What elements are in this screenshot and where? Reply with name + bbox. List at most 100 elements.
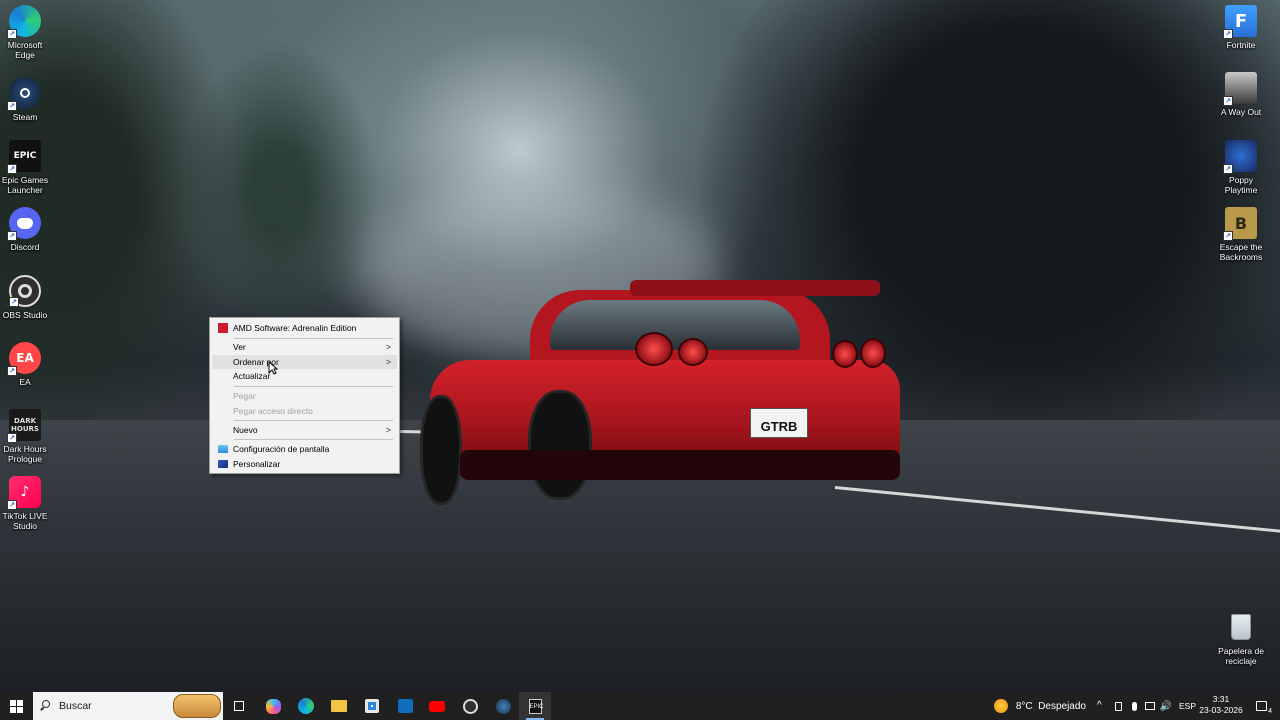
desktop-icon-label: Dark Hours Prologue	[3, 444, 47, 464]
desktop-icon-escape-the-backrooms[interactable]: B ↗ Escape the Backrooms	[1215, 207, 1267, 262]
notification-icon	[1255, 701, 1267, 711]
desktop-icon-steam[interactable]: ↗ Steam	[0, 77, 51, 122]
weather-text: 8°C Despejado	[1015, 700, 1086, 712]
desktop-icon-label: Microsoft Edge	[7, 40, 43, 60]
wallpaper-trees-center	[180, 40, 380, 340]
notification-badge: 4	[1268, 708, 1272, 715]
search-highlight-image	[173, 694, 221, 718]
tray-camera-icon[interactable]	[1111, 692, 1125, 720]
tray-overflow-chevron-up-icon[interactable]: ^	[1097, 692, 1102, 720]
desktop-icon-ea[interactable]: EA ↗ EA	[0, 342, 51, 387]
menu-item-amd-software[interactable]: AMD Software: Adrenalin Edition	[212, 321, 397, 335]
epic-games-icon: EPIC ↗	[7, 140, 41, 174]
menu-separator	[234, 439, 393, 440]
ea-icon: EA ↗	[7, 342, 41, 376]
taskbar-steam[interactable]	[487, 692, 519, 720]
desktop-icon-label: Epic Games Launcher	[1, 175, 49, 195]
start-button[interactable]	[0, 692, 32, 720]
menu-item-pegar[interactable]: Pegar	[212, 389, 397, 403]
desktop-icon-recycle-bin[interactable]: Papelera de reciclaje	[1215, 611, 1267, 666]
task-view-button[interactable]	[223, 692, 255, 720]
taskbar-store[interactable]	[356, 692, 388, 720]
youtube-icon	[429, 700, 445, 712]
shortcut-arrow-icon: ↗	[7, 366, 17, 376]
tray-language[interactable]: ESP	[1179, 692, 1196, 720]
desktop-icon-label: Papelera de reciclaje	[1218, 646, 1264, 666]
taskbar-file-explorer[interactable]	[323, 692, 355, 720]
taskbar-youtube[interactable]	[421, 692, 453, 720]
clock-date: 23-03-2026	[1199, 705, 1243, 715]
desktop-icon-label: EA	[19, 377, 31, 387]
desktop-icon-a-way-out[interactable]: ↗ A Way Out	[1215, 72, 1267, 117]
desktop-icon-label: Steam	[12, 112, 38, 122]
taskbar-copilot[interactable]	[257, 692, 289, 720]
shortcut-arrow-icon: ↗	[9, 297, 19, 307]
menu-item-label: Configuración de pantalla	[233, 444, 330, 454]
tray-volume-icon[interactable]: 🔊	[1159, 692, 1173, 720]
chevron-right-icon: >	[385, 425, 391, 435]
taskbar: Buscar EPIC 8°C Despejado ^ 🔊 ESP 3:31 2…	[0, 692, 1280, 720]
shortcut-arrow-icon: ↗	[7, 29, 17, 39]
menu-item-label: Pegar	[233, 391, 256, 401]
desktop-icon-obs-studio[interactable]: ↗ OBS Studio	[0, 275, 51, 320]
notification-center-button[interactable]: 4	[1249, 692, 1273, 720]
tray-clock[interactable]: 3:31 23-03-2026	[1198, 694, 1244, 716]
copilot-icon	[265, 698, 281, 714]
menu-item-nuevo[interactable]: Nuevo >	[212, 423, 397, 437]
menu-separator	[234, 386, 393, 387]
poppy-playtime-icon: ↗	[1223, 140, 1257, 174]
menu-item-label: Ver	[233, 342, 246, 352]
car-license-plate: GTRB	[750, 408, 808, 438]
desktop-icon-label: OBS Studio	[2, 310, 48, 320]
folder-icon	[331, 700, 347, 712]
desktop-icon-microsoft-edge[interactable]: ↗ Microsoft Edge	[0, 5, 51, 60]
desktop-icon-fortnite[interactable]: F ↗ Fortnite	[1215, 5, 1267, 50]
epic-games-icon: EPIC	[528, 698, 544, 714]
car-spoiler	[630, 280, 880, 296]
weather-widget[interactable]: 8°C Despejado	[994, 692, 1086, 720]
car-wheel-left	[420, 395, 462, 505]
taskbar-search-box[interactable]: Buscar	[33, 692, 223, 720]
desktop-icon-tiktok-live-studio[interactable]: ♪ ↗ TikTok LIVE Studio	[0, 476, 51, 531]
tray-microphone-icon[interactable]	[1127, 692, 1141, 720]
desktop-icon-epic-games-launcher[interactable]: EPIC ↗ Epic Games Launcher	[0, 140, 51, 195]
car-taillight	[635, 332, 673, 366]
menu-item-actualizar[interactable]: Actualizar	[212, 369, 397, 383]
recycle-bin-icon	[1225, 611, 1257, 643]
taskbar-obs[interactable]	[454, 692, 486, 720]
menu-item-label: Personalizar	[233, 459, 281, 469]
shortcut-arrow-icon: ↗	[7, 164, 17, 174]
desktop-wallpaper[interactable]: GTRB	[0, 0, 1280, 692]
tray-network-icon[interactable]	[1143, 692, 1157, 720]
menu-item-pegar-acceso-directo[interactable]: Pegar acceso directo	[212, 404, 397, 418]
shortcut-arrow-icon: ↗	[7, 101, 17, 111]
shortcut-arrow-icon: ↗	[1223, 231, 1233, 241]
shortcut-arrow-icon: ↗	[7, 433, 17, 443]
desktop-icon-label: Fortnite	[1226, 40, 1256, 50]
steam-icon	[495, 698, 511, 714]
windows-logo-icon	[9, 699, 23, 713]
car-taillight	[678, 338, 708, 366]
taskbar-outlook[interactable]	[389, 692, 421, 720]
car-rear-window	[550, 300, 800, 350]
desktop-icon-dark-hours-prologue[interactable]: DARK HOURS ↗ Dark Hours Prologue	[0, 409, 51, 464]
menu-item-label: Actualizar	[233, 371, 271, 381]
menu-item-ordenar-por[interactable]: Ordenar por >	[212, 355, 397, 369]
taskbar-epic-games[interactable]: EPIC	[519, 692, 551, 720]
personalize-icon	[218, 460, 228, 468]
taskbar-edge[interactable]	[290, 692, 322, 720]
desktop-icon-poppy-playtime[interactable]: ↗ Poppy Playtime	[1215, 140, 1267, 195]
shortcut-arrow-icon: ↗	[7, 500, 17, 510]
menu-item-personalizar[interactable]: Personalizar	[212, 457, 397, 471]
tiktok-icon: ♪ ↗	[7, 476, 41, 510]
desktop-icon-label: TikTok LIVE Studio	[2, 511, 48, 531]
weather-sun-icon	[994, 699, 1008, 713]
desktop-icon-discord[interactable]: ↗ Discord	[0, 207, 51, 252]
outlook-icon	[397, 699, 413, 713]
car-wheel-front	[528, 390, 592, 500]
car-taillight	[832, 340, 858, 368]
menu-item-ver[interactable]: Ver >	[212, 340, 397, 354]
wallpaper-car: GTRB	[420, 280, 900, 510]
shortcut-arrow-icon: ↗	[1223, 29, 1233, 39]
menu-item-configuracion-pantalla[interactable]: Configuración de pantalla	[212, 442, 397, 456]
